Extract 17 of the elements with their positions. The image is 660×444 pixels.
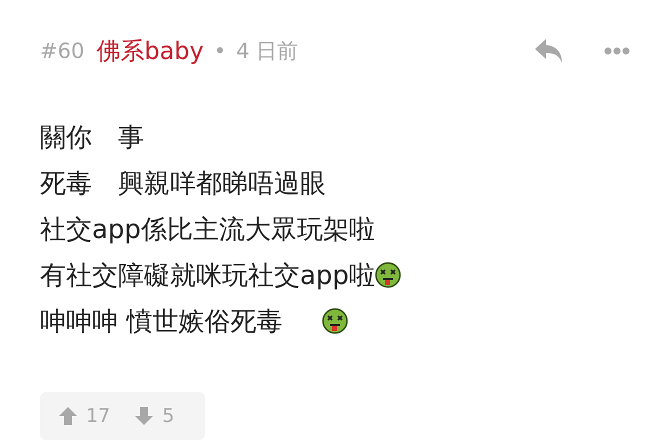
sick-face-icon [374, 262, 401, 288]
upvote-button[interactable]: 17 [58, 405, 110, 427]
downvote-button[interactable]: 5 [134, 405, 174, 427]
down-arrow-icon [134, 406, 154, 426]
up-arrow-icon [58, 406, 78, 426]
reply-icon[interactable] [534, 38, 564, 64]
comment-line: 呻呻呻 憤世嫉俗死毒 [40, 306, 282, 338]
author-name[interactable]: 佛系baby [96, 35, 204, 67]
comment-line: 有社交障礙就咪玩社交app啦 [40, 260, 375, 292]
post-number: #60 [40, 39, 84, 63]
comment-line: 死毒 興親咩都睇唔過眼 [40, 168, 326, 200]
sick-face-icon [322, 308, 348, 334]
separator-dot: • [214, 39, 226, 63]
more-icon[interactable] [604, 47, 630, 55]
post-time: 4 日前 [236, 38, 298, 65]
comment-line: 關你 事 [40, 122, 144, 154]
comment-line: 社交app係比主流大眾玩架啦 [40, 214, 375, 246]
